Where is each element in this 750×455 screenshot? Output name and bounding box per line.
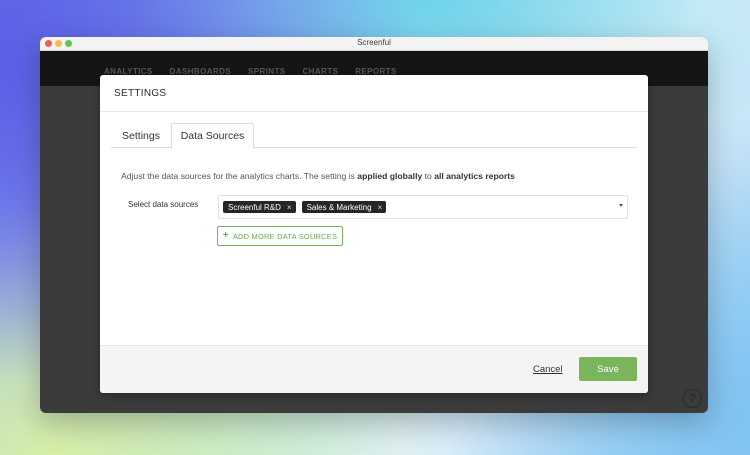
modal-header: SETTINGS [100, 75, 648, 112]
title-bar: Screenful [40, 37, 708, 51]
settings-modal: SETTINGS Settings Data Sources Adjust th… [100, 75, 648, 393]
source-chip: Screenful R&D × [223, 201, 296, 213]
remove-chip-icon[interactable]: × [378, 203, 383, 212]
description-prefix: Adjust the data sources for the analytic… [121, 171, 358, 181]
tab-bar: Settings Data Sources [111, 123, 637, 149]
chevron-down-icon[interactable] [619, 204, 623, 207]
description-middle: to [422, 171, 435, 181]
question-circle-icon[interactable]: ? [683, 389, 702, 408]
description-text: Adjust the data sources for the analytic… [121, 171, 515, 181]
save-button[interactable]: Save [579, 357, 637, 381]
tab-data-sources[interactable]: Data Sources [171, 123, 254, 149]
plus-icon: + [222, 230, 229, 241]
select-sources-label: Select data sources [128, 200, 199, 209]
remove-chip-icon[interactable]: × [287, 203, 292, 212]
source-chip: Sales & Marketing × [301, 201, 387, 213]
tab-settings[interactable]: Settings [111, 123, 171, 148]
source-chip-label: Screenful R&D [228, 202, 281, 212]
cancel-button[interactable]: Cancel [533, 364, 563, 375]
modal-title: SETTINGS [114, 87, 167, 99]
description-bold-global: applied globally [357, 171, 423, 181]
modal-footer: Cancel Save [100, 345, 648, 393]
description-bold-reports: all analytics reports [434, 171, 515, 181]
window-title: Screenful [357, 38, 391, 47]
add-data-sources-button[interactable]: + ADD MORE DATA SOURCES [217, 226, 343, 246]
add-data-sources-label: ADD MORE DATA SOURCES [232, 231, 338, 241]
source-chip-label: Sales & Marketing [306, 202, 372, 212]
data-sources-select[interactable]: Screenful R&D × Sales & Marketing × [218, 195, 628, 219]
